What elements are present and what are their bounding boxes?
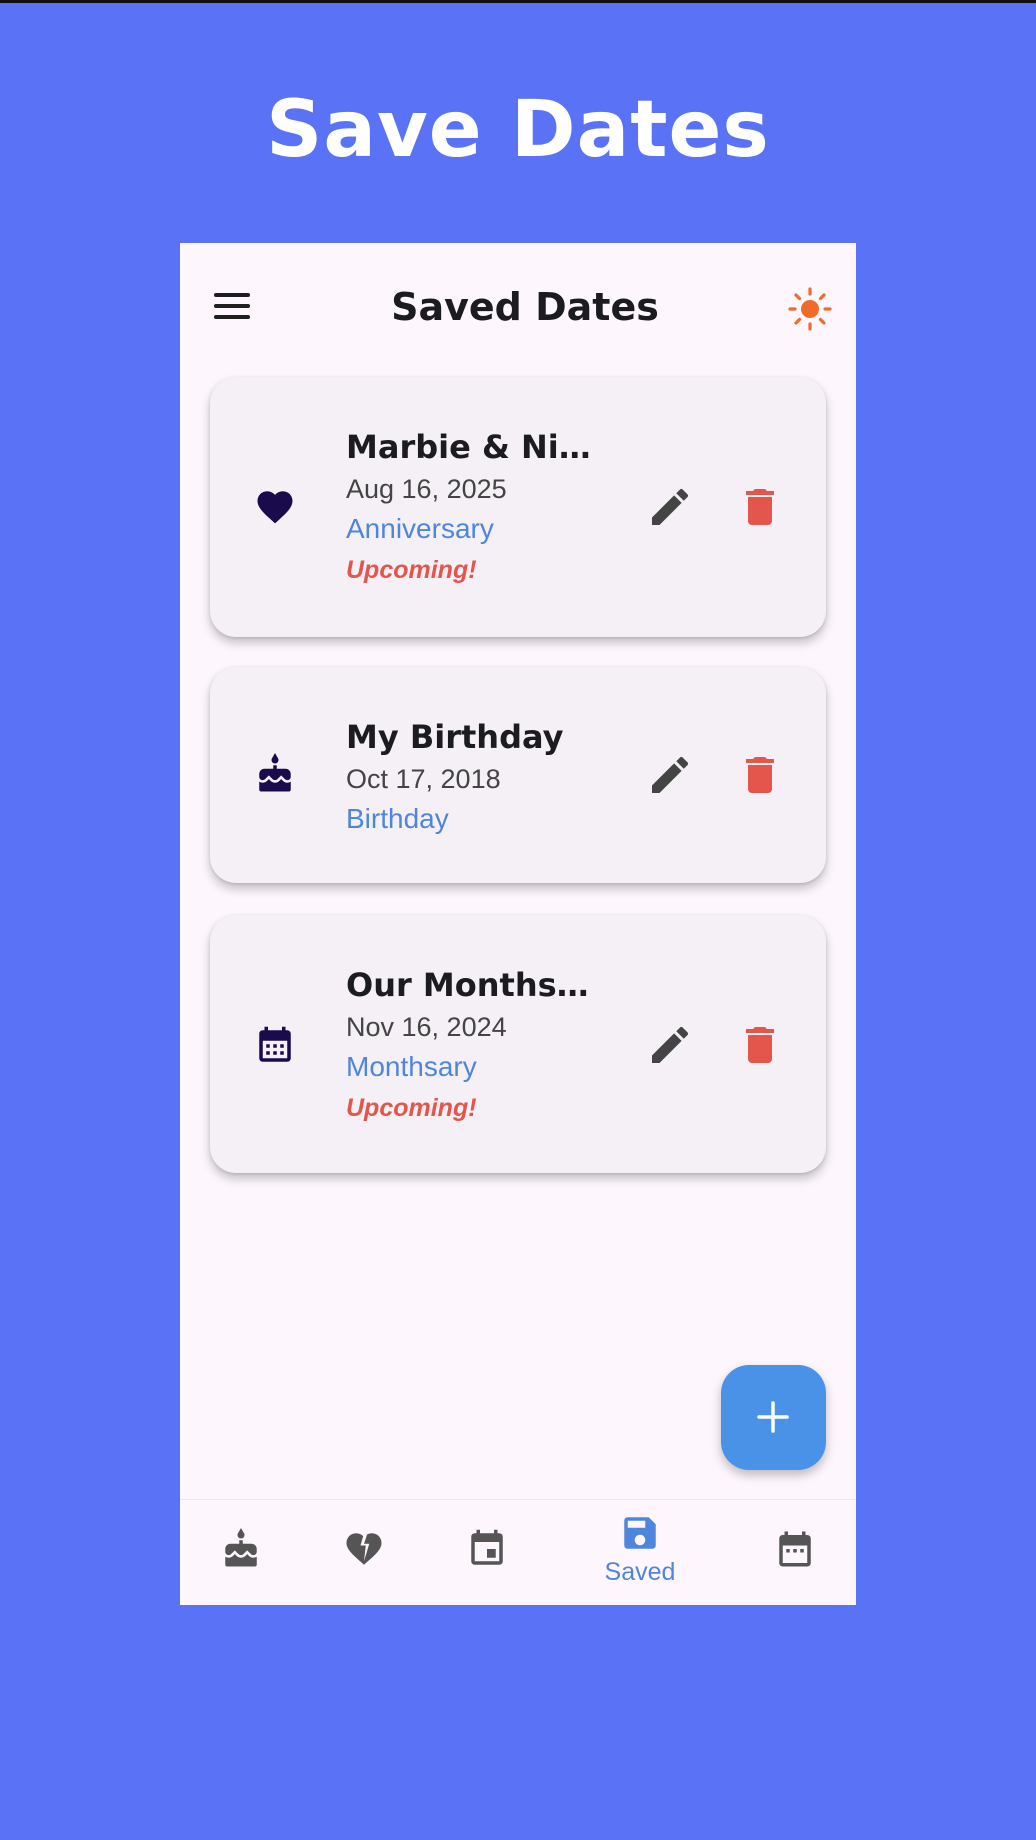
nav-item-birthdays[interactable] (186, 1500, 296, 1605)
nav-item-calendar[interactable] (740, 1500, 850, 1605)
cake-icon (254, 753, 296, 795)
nav-label-saved: Saved (604, 1558, 676, 1586)
date-card[interactable]: Our Monthsary Nov 16, 2024 Monthsary Upc… (210, 915, 826, 1173)
date-value: Aug 16, 2025 (346, 474, 507, 504)
date-card[interactable]: My Birthday Oct 17, 2018 Birthday (210, 667, 826, 883)
calendar-event-icon (471, 1529, 503, 1565)
heart-icon (254, 486, 296, 528)
date-type: Monthsary (346, 1051, 477, 1082)
sun-icon (788, 287, 832, 331)
save-icon (624, 1517, 656, 1549)
pencil-icon (652, 756, 689, 793)
app-bar: Saved Dates (180, 243, 856, 373)
upcoming-badge: Upcoming! (346, 1094, 477, 1122)
calendar-icon (254, 1025, 296, 1067)
edit-button[interactable] (646, 1021, 694, 1069)
pencil-icon (652, 488, 689, 525)
cake-icon (225, 1528, 257, 1567)
promo-title: Save Dates (266, 85, 770, 175)
pencil-icon (652, 1026, 689, 1063)
delete-button[interactable] (736, 483, 784, 531)
delete-button[interactable] (736, 1021, 784, 1069)
calendar-icon (779, 1531, 811, 1567)
bottom-nav: Saved (180, 1499, 856, 1605)
date-card-text: My Birthday Oct 17, 2018 Birthday (346, 715, 563, 839)
nav-item-events[interactable] (432, 1500, 542, 1605)
trash-icon (746, 489, 774, 525)
nav-item-saved[interactable]: Saved (585, 1500, 695, 1605)
upcoming-badge: Upcoming! (346, 556, 477, 584)
nav-item-breakups[interactable] (309, 1500, 419, 1605)
trash-icon (746, 757, 774, 793)
date-type: Birthday (346, 803, 449, 834)
broken-heart-icon (346, 1533, 382, 1565)
phone-screen: Saved Dates Marbie & Nik… Aug 16, 2025 A… (180, 243, 856, 1605)
delete-button[interactable] (736, 751, 784, 799)
date-value: Nov 16, 2024 (346, 1012, 507, 1042)
page-title: Saved Dates (391, 285, 659, 329)
add-date-button[interactable] (721, 1365, 826, 1470)
edit-button[interactable] (646, 751, 694, 799)
theme-toggle-button[interactable] (786, 285, 834, 333)
date-name: Marbie & Nik… (346, 428, 606, 466)
date-name: Our Monthsary (346, 966, 606, 1004)
date-value: Oct 17, 2018 (346, 764, 501, 794)
date-card-text: Our Monthsary Nov 16, 2024 Monthsary Upc… (346, 963, 606, 1129)
edit-button[interactable] (646, 483, 694, 531)
date-card[interactable]: Marbie & Nik… Aug 16, 2025 Anniversary U… (210, 377, 826, 637)
date-name: My Birthday (346, 718, 564, 756)
date-type: Anniversary (346, 513, 494, 544)
trash-icon (746, 1027, 774, 1063)
date-card-text: Marbie & Nik… Aug 16, 2025 Anniversary U… (346, 425, 606, 591)
plus-icon (757, 1401, 789, 1433)
